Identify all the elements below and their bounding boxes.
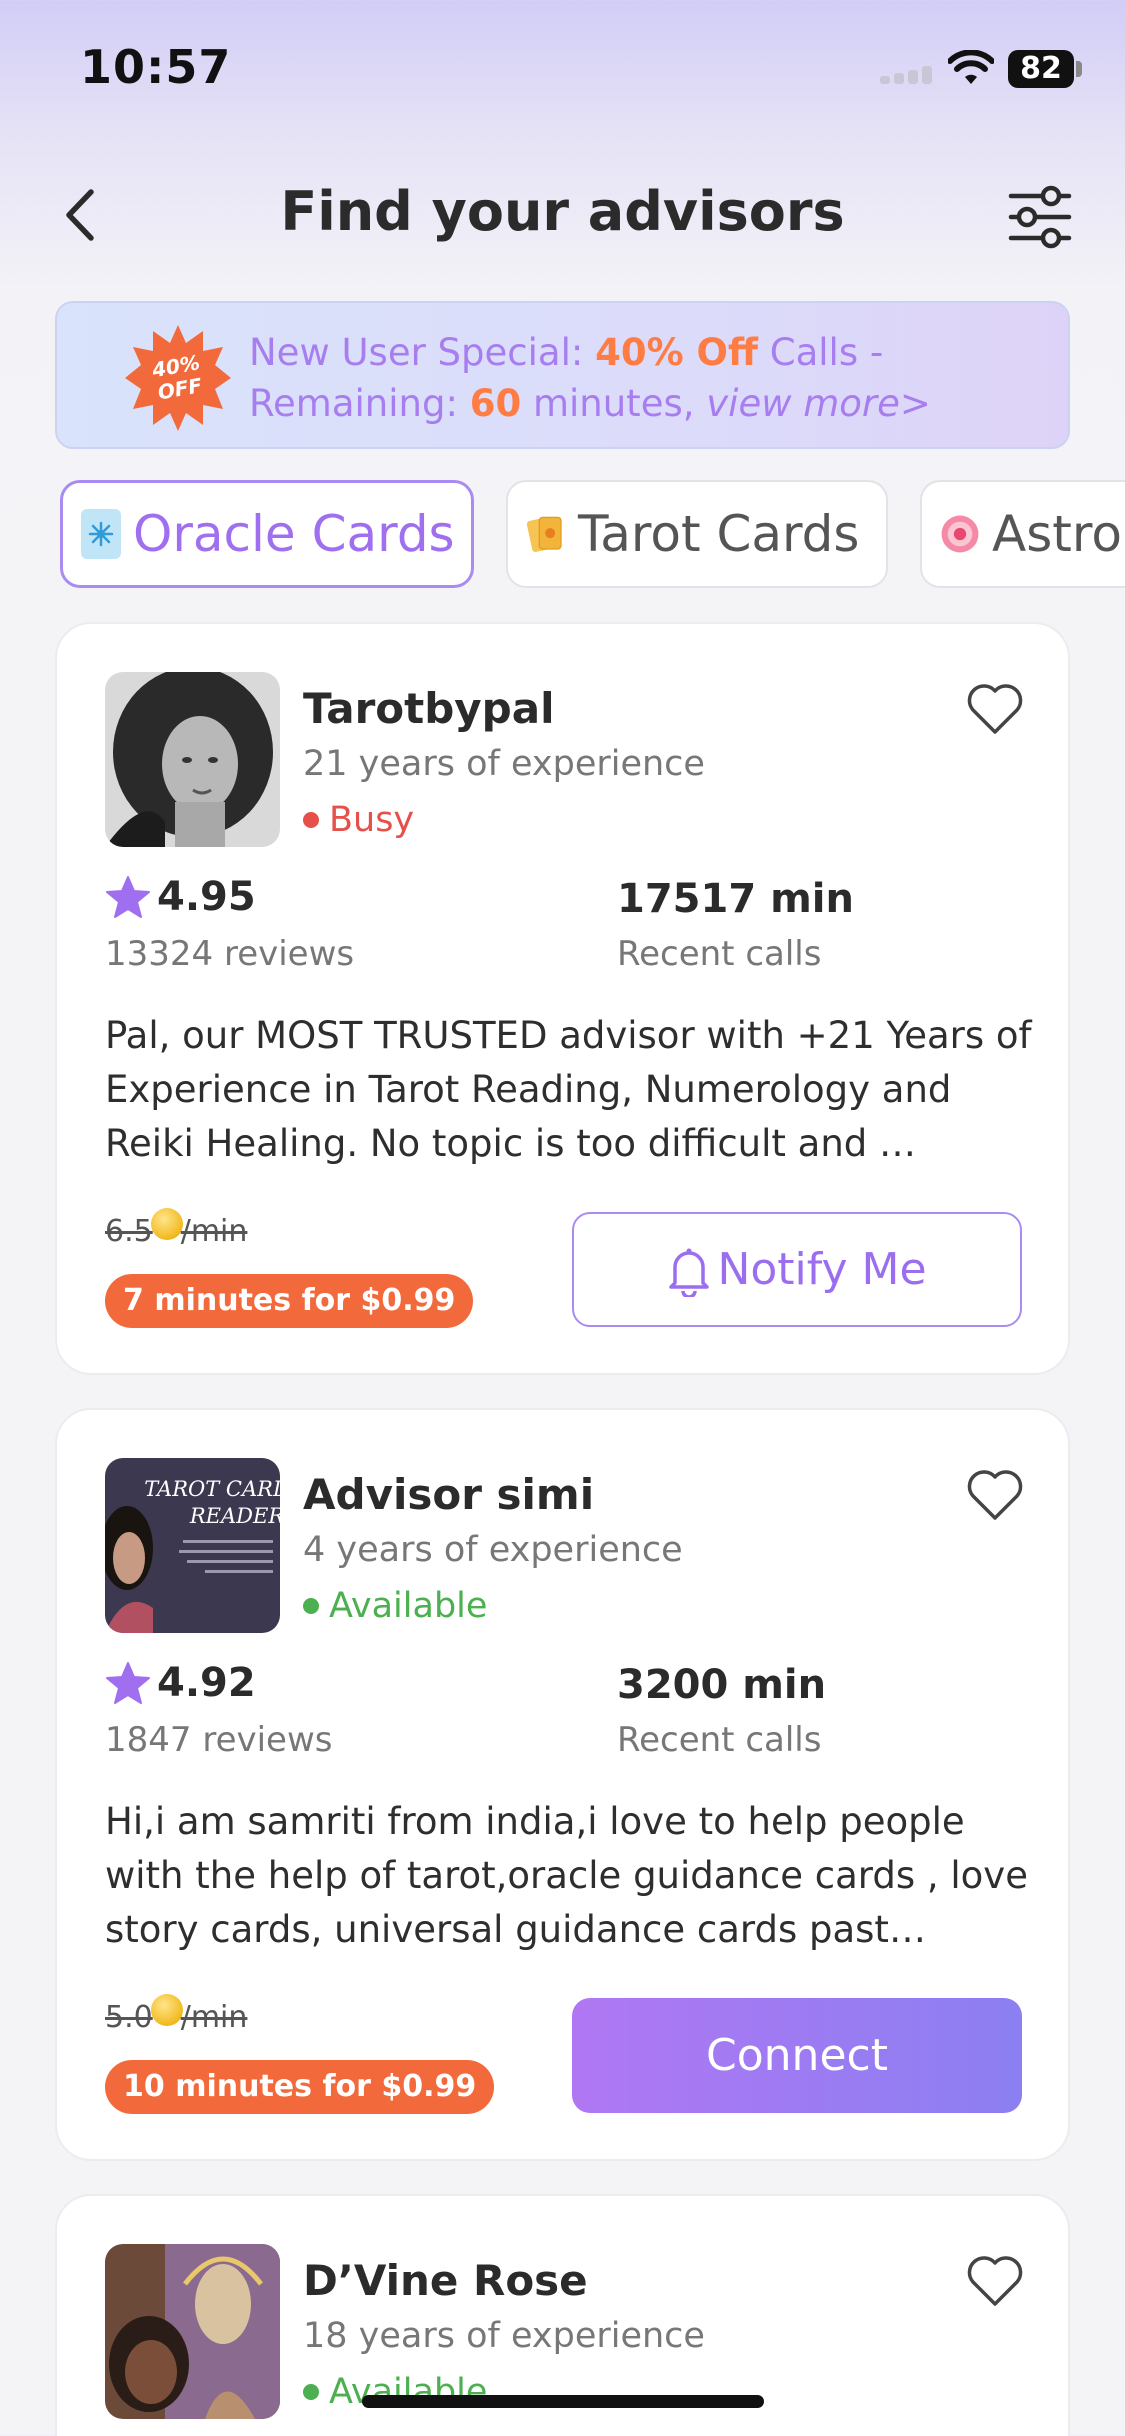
category-tabs: Oracle Cards Tarot Cards Astro: [60, 480, 1125, 588]
favorite-heart-icon[interactable]: [965, 680, 1025, 736]
original-price: 5.0/min: [105, 1993, 248, 2035]
status-badge: Available: [303, 1586, 487, 1626]
advisor-bio: Hi,i am samriti from india,i love to hel…: [105, 1800, 1028, 1951]
wifi-icon: [948, 50, 994, 84]
promo-banner[interactable]: 40% OFF New User Special: 40% Off Calls …: [55, 301, 1070, 449]
oracle-card-icon: [81, 509, 121, 559]
advisor-card[interactable]: TAROT CARD READER Advisor simi 4 years o…: [55, 1408, 1070, 2161]
rating-value: 4.92: [157, 1660, 256, 1706]
star-icon: [106, 876, 150, 918]
status-dot-icon: [303, 2384, 319, 2400]
advisor-name: D’Vine Rose: [303, 2256, 588, 2305]
favorite-heart-icon[interactable]: [965, 2252, 1025, 2308]
discount-badge-icon: 40% OFF: [123, 323, 233, 433]
recent-minutes: 3200 min: [617, 1662, 827, 1708]
cellular-signal-icon: [880, 66, 936, 84]
rating-value: 4.95: [157, 874, 256, 920]
status-text: Available: [329, 1586, 488, 1626]
favorite-heart-icon[interactable]: [965, 1466, 1025, 1522]
status-dot-icon: [303, 812, 319, 828]
promo-line2-prefix: Remaining:: [249, 382, 470, 425]
deal-badge: 10 minutes for $0.99: [105, 2060, 495, 2114]
avatar: TAROT CARD READER: [105, 1458, 280, 1633]
advisor-name: Tarotbypal: [303, 684, 555, 733]
advisor-card[interactable]: Tarotbypal 21 years of experience Busy 4…: [55, 622, 1070, 1375]
home-indicator[interactable]: [362, 2395, 764, 2408]
price-value: 6.5: [105, 1214, 153, 1249]
review-count: 13324 reviews: [105, 934, 355, 974]
badge-off: OFF: [155, 373, 204, 405]
price-unit: /min: [180, 2000, 248, 2035]
price-unit: /min: [180, 1214, 248, 1249]
connect-button[interactable]: Connect: [572, 1998, 1022, 2113]
tab-tarot-cards[interactable]: Tarot Cards: [506, 480, 888, 588]
recent-calls-label: Recent calls: [617, 1720, 822, 1760]
tab-label: Oracle Cards: [133, 505, 455, 563]
view-more-link[interactable]: view more>: [706, 382, 931, 425]
tab-oracle-cards[interactable]: Oracle Cards: [60, 480, 474, 588]
notify-me-button[interactable]: Notify Me: [572, 1212, 1022, 1327]
review-count: 1847 reviews: [105, 1720, 333, 1760]
avatar-text: READER: [189, 1504, 280, 1528]
promo-line2-highlight: 60: [469, 382, 522, 425]
page-title: Find your advisors: [280, 180, 845, 243]
avatar: [105, 672, 280, 847]
battery-indicator: 82: [1008, 50, 1074, 88]
sliders-icon: [1008, 185, 1072, 249]
recent-calls-label: Recent calls: [617, 934, 822, 974]
promo-line1-suffix: Calls -: [757, 331, 884, 374]
notify-label: Notify Me: [717, 1244, 927, 1295]
advisor-name: Advisor simi: [303, 1470, 595, 1519]
advisor-experience: 21 years of experience: [303, 744, 705, 784]
avatar: [105, 2244, 280, 2419]
promo-line1-highlight: 40% Off: [595, 331, 758, 374]
promo-text: New User Special: 40% Off Calls - Remain…: [249, 327, 1049, 429]
rating: 4.95: [105, 874, 256, 920]
promo-line1-prefix: New User Special:: [249, 331, 596, 374]
coin-icon: [150, 1993, 183, 2026]
star-icon: [106, 1662, 150, 1704]
rating: 4.92: [105, 1660, 256, 1706]
bell-icon: [669, 1248, 710, 1297]
astrology-wheel-icon: [940, 509, 980, 559]
tab-astro[interactable]: Astro: [920, 480, 1125, 588]
battery-tip: [1076, 61, 1082, 77]
avatar-text: TAROT CARD: [144, 1477, 280, 1501]
status-text: Busy: [329, 800, 415, 840]
advisor-experience: 18 years of experience: [303, 2316, 705, 2356]
advisor-experience: 4 years of experience: [303, 1530, 683, 1570]
status-dot-icon: [303, 1598, 319, 1614]
recent-minutes: 17517 min: [617, 876, 854, 922]
price-value: 5.0: [105, 2000, 153, 2035]
coin-icon: [150, 1207, 183, 1240]
status-time: 10:57: [80, 40, 232, 94]
tarot-card-icon: [526, 509, 566, 559]
filter-button[interactable]: [1005, 182, 1075, 252]
tab-label: Astro: [992, 505, 1122, 563]
deal-badge: 7 minutes for $0.99: [105, 1274, 474, 1328]
tab-label: Tarot Cards: [578, 505, 860, 563]
promo-line2-suffix: minutes,: [521, 382, 707, 425]
advisor-bio: Pal, our MOST TRUSTED advisor with +21 Y…: [105, 1014, 1032, 1165]
status-bar: 10:57 82: [0, 0, 1125, 135]
original-price: 6.5/min: [105, 1207, 248, 1249]
status-badge: Busy: [303, 800, 414, 840]
